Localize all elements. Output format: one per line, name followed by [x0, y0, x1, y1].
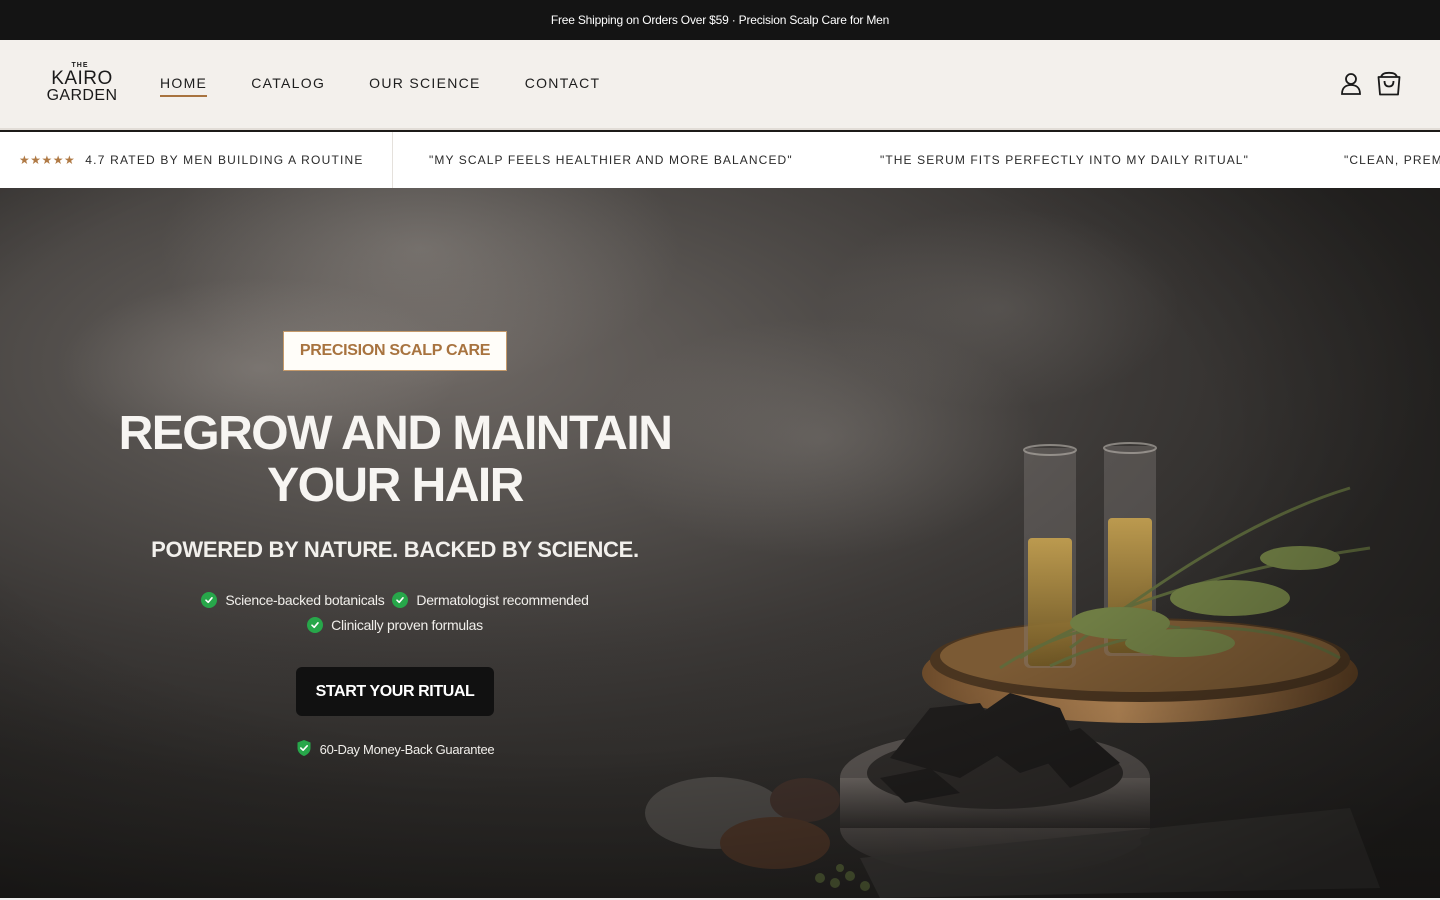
hero-headline: REGROW AND MAINTAIN YOUR HAIR — [95, 408, 695, 512]
money-back-guarantee: 60-Day Money-Back Guarantee — [95, 739, 695, 760]
hero-content: PRECISION SCALP CARE REGROW AND MAINTAIN… — [95, 188, 695, 898]
feature-label: Clinically proven formulas — [331, 617, 483, 633]
hero-headline-line1: REGROW AND MAINTAIN — [118, 407, 673, 460]
hero-feature-list: Science-backed botanicals Dermatologist … — [95, 592, 695, 642]
account-icon[interactable] — [1338, 70, 1364, 98]
hero-eyebrow-badge: PRECISION SCALP CARE — [283, 331, 507, 371]
announcement-bar: Free Shipping on Orders Over $59 · Preci… — [0, 0, 1440, 40]
testimonial-quote: "CLEAN, PREM — [1344, 153, 1440, 167]
hero-headline-line2: YOUR HAIR — [267, 459, 524, 512]
feature-label: Science-backed botanicals — [225, 592, 385, 608]
testimonial-quote: "THE SERUM FITS PERFECTLY INTO MY DAILY … — [880, 153, 1249, 167]
cart-icon[interactable] — [1376, 70, 1402, 98]
logo-garden: GARDEN — [46, 87, 118, 104]
hero-section: PRECISION SCALP CARE REGROW AND MAINTAIN… — [0, 188, 1440, 898]
hero-subhead: POWERED BY NATURE. BACKED BY SCIENCE. — [151, 537, 639, 562]
start-ritual-button[interactable]: START YOUR RITUAL — [296, 667, 494, 716]
testimonial-quote: "MY SCALP FEELS HEALTHIER AND MORE BALAN… — [429, 153, 793, 167]
star-rating-icon: ★★★★★ — [19, 153, 76, 167]
feature-label: Dermatologist recommended — [416, 592, 589, 608]
nav-catalog[interactable]: CATALOG — [251, 75, 325, 95]
rating-block: ★★★★★ 4.7 RATED BY MEN BUILDING A ROUTIN… — [0, 132, 393, 188]
nav-home[interactable]: HOME — [160, 75, 208, 97]
check-circle-icon — [201, 592, 218, 608]
nav-our-science[interactable]: OUR SCIENCE — [369, 75, 481, 95]
announcement-text: Free Shipping on Orders Over $59 · Preci… — [550, 13, 890, 27]
feature-item: Science-backed botanicals — [201, 592, 385, 608]
shield-check-icon — [296, 739, 312, 760]
site-header: THE KAIRO GARDEN HOME CATALOG OUR SCIENC… — [0, 40, 1440, 130]
header-icons — [1338, 70, 1402, 98]
logo-kairo: KAIRO — [51, 68, 113, 89]
check-circle-icon — [307, 617, 324, 633]
feature-item: Clinically proven formulas — [307, 617, 483, 633]
testimonial-ticker: ★★★★★ 4.7 RATED BY MEN BUILDING A ROUTIN… — [0, 132, 1440, 188]
guarantee-text: 60-Day Money-Back Guarantee — [319, 742, 495, 757]
nav-contact[interactable]: CONTACT — [525, 75, 601, 95]
rating-text: 4.7 RATED BY MEN BUILDING A ROUTINE — [85, 153, 364, 167]
check-circle-icon — [392, 592, 409, 608]
main-nav: HOME CATALOG OUR SCIENCE CONTACT — [160, 75, 601, 97]
site-logo[interactable]: THE KAIRO GARDEN — [42, 62, 122, 108]
feature-item: Dermatologist recommended — [392, 592, 589, 608]
